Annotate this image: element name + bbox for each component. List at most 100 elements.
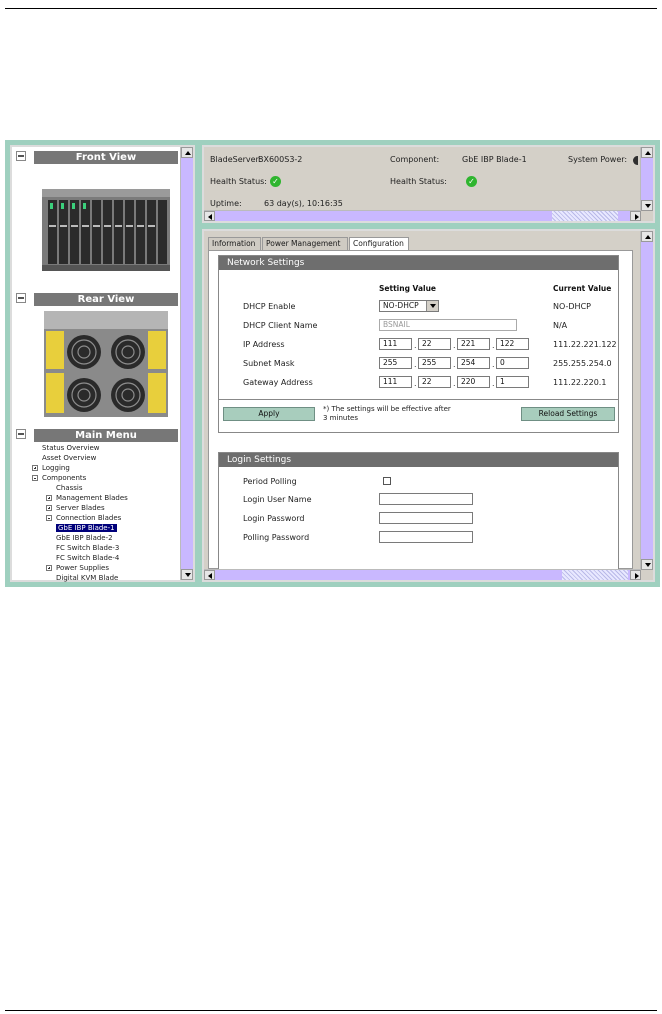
mask-octet-4-field[interactable]: 0 [496, 357, 529, 369]
ip-octet-3-field[interactable]: 221 [457, 338, 490, 350]
login-password-label: Login Password [243, 514, 305, 523]
menu-item-label: Management Blades [56, 494, 128, 502]
login-password-field[interactable] [379, 512, 473, 524]
left-navigation-panel: Front View Rear View Main Menu Status Ov… [10, 145, 195, 582]
ip-address-current: 111.22.221.122 [553, 340, 617, 349]
menu-item-label: Asset Overview [42, 454, 97, 462]
menu-item-label: FC Switch Blade-4 [56, 554, 120, 562]
expand-icon[interactable] [46, 565, 52, 571]
network-settings-divider [219, 399, 618, 400]
tab-power-management[interactable]: Power Management [262, 237, 348, 250]
uptime-value: 63 day(s), 10:16:35 [264, 199, 343, 208]
ip-octet-4-field[interactable]: 122 [496, 338, 529, 350]
menu-item[interactable]: Power Supplies [46, 564, 109, 572]
polling-password-label: Polling Password [243, 533, 310, 542]
menu-item[interactable]: GbE IBP Blade-1 [56, 524, 117, 532]
menu-item-label: Components [42, 474, 87, 482]
menu-item[interactable]: Chassis [56, 484, 83, 492]
menu-item-label: Status Overview [42, 444, 100, 452]
arrow-down-icon [185, 573, 191, 577]
arrow-right-icon [635, 573, 639, 579]
rear-view-collapse-icon[interactable] [16, 293, 26, 303]
main-menu-collapse-icon[interactable] [16, 429, 26, 439]
scroll-down-button[interactable] [641, 559, 653, 570]
period-polling-checkbox[interactable] [383, 477, 391, 485]
menu-item-label: Logging [42, 464, 70, 472]
left-panel-content: Front View Rear View Main Menu Status Ov… [12, 147, 179, 582]
separator-dot: . [414, 379, 417, 388]
front-view-collapse-icon[interactable] [16, 151, 26, 161]
scroll-right-button[interactable] [630, 211, 641, 221]
menu-item[interactable]: Connection Blades [46, 514, 121, 522]
system-power-indicator-icon [633, 156, 638, 165]
separator-dot: . [453, 360, 456, 369]
menu-item[interactable]: Management Blades [46, 494, 128, 502]
mask-octet-2-field[interactable]: 255 [418, 357, 451, 369]
scroll-left-button[interactable] [204, 211, 215, 221]
separator-dot: . [492, 360, 495, 369]
scroll-right-button[interactable] [630, 570, 641, 580]
menu-item[interactable]: Asset Overview [42, 454, 96, 462]
collapse-icon[interactable] [46, 515, 52, 521]
top-rule [5, 8, 657, 9]
arrow-down-icon [645, 563, 651, 567]
expand-icon[interactable] [46, 495, 52, 501]
scroll-down-button[interactable] [641, 200, 653, 211]
menu-item[interactable]: FC Switch Blade-3 [56, 544, 119, 552]
mask-octet-3-field[interactable]: 254 [457, 357, 490, 369]
ip-octet-2-field[interactable]: 22 [418, 338, 451, 350]
config-horizontal-scrollbar[interactable] [204, 569, 641, 580]
collapse-icon[interactable] [32, 475, 38, 481]
separator-dot: . [492, 379, 495, 388]
arrow-left-icon [208, 214, 212, 220]
gateway-address-label: Gateway Address [243, 378, 313, 387]
menu-item[interactable]: Server Blades [46, 504, 105, 512]
menu-item-label: Connection Blades [56, 514, 122, 522]
menu-item[interactable]: Status Overview [42, 444, 100, 452]
dhcp-enable-select[interactable]: NO-DHCP [379, 300, 439, 312]
status-vertical-scrollbar[interactable] [640, 147, 653, 211]
scroll-track [562, 570, 628, 580]
scroll-track [552, 211, 618, 221]
gw-octet-1-field[interactable]: 111 [379, 376, 412, 388]
scroll-up-button[interactable] [641, 147, 653, 158]
status-horizontal-scrollbar[interactable] [204, 210, 641, 221]
config-vertical-scrollbar[interactable] [640, 231, 653, 570]
menu-item-label: Chassis [56, 484, 83, 492]
polling-password-field[interactable] [379, 531, 473, 543]
tab-configuration[interactable]: Configuration [349, 237, 409, 250]
apply-button[interactable]: Apply [223, 407, 315, 421]
main-menu-header: Main Menu [34, 429, 178, 442]
menu-item[interactable]: Digital KVM Blade [56, 574, 118, 582]
left-vertical-scrollbar[interactable] [180, 147, 193, 580]
mask-octet-1-field[interactable]: 255 [379, 357, 412, 369]
scroll-up-button[interactable] [641, 231, 653, 242]
login-user-name-field[interactable] [379, 493, 473, 505]
menu-item[interactable]: Components [32, 474, 86, 482]
menu-item[interactable]: GbE IBP Blade-2 [56, 534, 113, 542]
dhcp-client-name-field[interactable]: BSNAIL [379, 319, 517, 331]
gateway-address-current: 111.22.220.1 [553, 378, 607, 387]
separator-dot: . [414, 341, 417, 350]
scroll-down-button[interactable] [181, 569, 193, 580]
gw-octet-3-field[interactable]: 220 [457, 376, 490, 388]
reload-settings-button[interactable]: Reload Settings [521, 407, 615, 421]
expand-icon[interactable] [46, 505, 52, 511]
configuration-tab-body: Network Settings Setting Value Current V… [208, 250, 633, 572]
component-health-ok-icon: ✓ [466, 176, 477, 187]
menu-item[interactable]: Logging [32, 464, 70, 472]
gw-octet-2-field[interactable]: 22 [418, 376, 451, 388]
front-view-image [34, 165, 178, 285]
tab-information[interactable]: Information [208, 237, 261, 250]
arrow-up-icon [645, 151, 651, 155]
scroll-up-button[interactable] [181, 147, 193, 158]
menu-item-label: Server Blades [56, 504, 105, 512]
system-power-label: System Power: [568, 155, 628, 164]
gw-octet-4-field[interactable]: 1 [496, 376, 529, 388]
scroll-left-button[interactable] [204, 570, 215, 580]
menu-item-label: FC Switch Blade-3 [56, 544, 120, 552]
expand-icon[interactable] [32, 465, 38, 471]
ip-octet-1-field[interactable]: 111 [379, 338, 412, 350]
menu-item[interactable]: FC Switch Blade-4 [56, 554, 119, 562]
chevron-down-icon [426, 301, 438, 311]
